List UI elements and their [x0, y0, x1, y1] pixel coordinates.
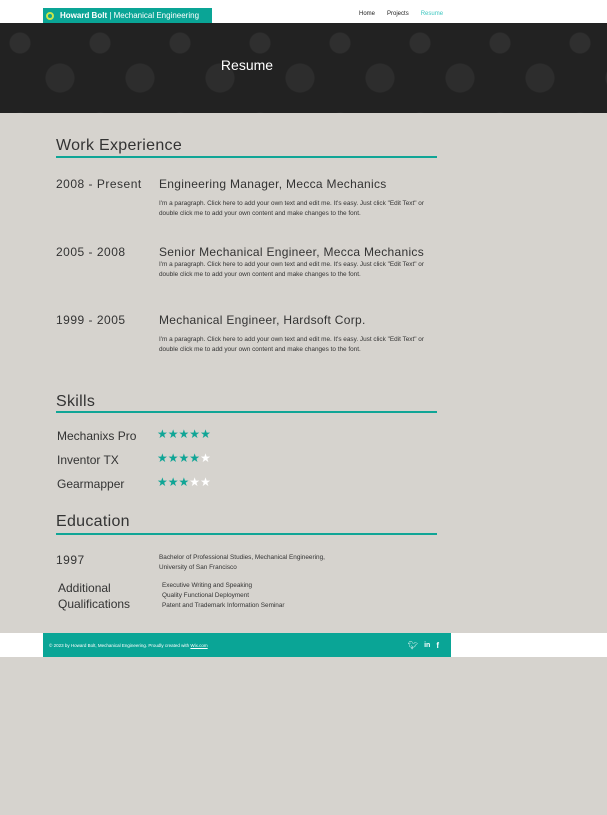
page-title: Resume: [220, 57, 274, 73]
star-filled-icon: ★: [178, 475, 190, 489]
skills-heading: Skills: [56, 393, 96, 410]
job-description: I'm a paragraph. Click here to add your …: [159, 200, 424, 217]
qualification-item: Executive Writing and Speaking: [162, 582, 253, 589]
star-filled-icon: ★: [178, 451, 190, 465]
qualification-item: Quality Functional Deployment: [162, 592, 250, 599]
skill-rating: ★★★★★: [157, 427, 211, 441]
star-filled-icon: ★: [167, 451, 179, 465]
linkedin-icon[interactable]: in: [424, 642, 430, 649]
star-filled-icon: ★: [157, 427, 168, 441]
skill-name: Mechanixs Pro: [57, 429, 137, 443]
wix-link[interactable]: Wix.com: [190, 643, 207, 648]
facebook-icon[interactable]: f: [436, 641, 439, 650]
job-description: I'm a paragraph. Click here to add your …: [159, 336, 424, 353]
star-filled-icon: ★: [167, 427, 179, 441]
school-line: University of San Francisco: [159, 564, 237, 571]
star-empty-icon: ★: [200, 451, 211, 465]
star-filled-icon: ★: [167, 475, 179, 489]
section-divider: [56, 156, 437, 158]
job-title: Engineering Manager, Mecca Mechanics: [159, 177, 387, 191]
label-line: Qualifications: [58, 597, 131, 611]
education-year: 1997: [56, 553, 85, 567]
star-empty-icon: ★: [200, 475, 211, 489]
star-filled-icon: ★: [157, 475, 168, 489]
nav-projects[interactable]: Projects: [387, 11, 409, 17]
social-links: 🐦︎ in f: [408, 641, 439, 650]
nav-home[interactable]: Home: [359, 11, 375, 17]
degree-line: Bachelor of Professional Studies, Mechan…: [159, 554, 325, 561]
label-line: Additional: [58, 581, 111, 595]
job-date: 2008 - Present: [56, 177, 142, 191]
star-filled-icon: ★: [189, 427, 201, 441]
star-empty-icon: ★: [189, 475, 201, 489]
footer: © 2023 by Howard Bolt, Mechanical Engine…: [43, 633, 451, 657]
star-filled-icon: ★: [178, 427, 190, 441]
job-description: I'm a paragraph. Click here to add your …: [159, 261, 424, 278]
job-date: 2005 - 2008: [56, 245, 126, 259]
twitter-icon[interactable]: 🐦︎: [408, 641, 418, 650]
skill-rating: ★★★★★: [157, 451, 211, 465]
star-filled-icon: ★: [157, 451, 168, 465]
job-title: Mechanical Engineer, Hardsoft Corp.: [159, 313, 366, 327]
skill-rating: ★★★★★: [157, 475, 211, 489]
skill-name: Inventor TX: [57, 453, 119, 467]
job-title: Senior Mechanical Engineer, Mecca Mechan…: [159, 245, 425, 259]
star-filled-icon: ★: [200, 427, 211, 441]
section-divider: [56, 411, 437, 413]
education-degree: Bachelor of Professional Studies, Mechan…: [159, 553, 419, 573]
qualifications-list: Executive Writing and Speaking Quality F…: [162, 581, 285, 611]
gear-logo-icon: [46, 11, 54, 20]
education-heading: Education: [56, 513, 130, 530]
work-experience-heading: Work Experience: [56, 137, 183, 154]
section-divider: [56, 533, 437, 535]
nav-resume[interactable]: Resume: [421, 11, 443, 17]
additional-qualifications-label: Additional Qualifications: [58, 580, 130, 612]
job-date: 1999 - 2005: [56, 313, 126, 327]
site-title: Howard Bolt | Mechanical Engineering: [60, 11, 200, 20]
star-filled-icon: ★: [189, 451, 201, 465]
site-logo[interactable]: Howard Bolt | Mechanical Engineering: [43, 8, 212, 23]
qualification-item: Patent and Trademark Information Seminar: [162, 602, 285, 609]
skill-name: Gearmapper: [57, 477, 125, 491]
copyright-text: © 2023 by Howard Bolt, Mechanical Engine…: [49, 642, 208, 648]
main-nav: Home Projects Resume: [359, 11, 455, 17]
hero-banner: Resume: [0, 23, 607, 113]
